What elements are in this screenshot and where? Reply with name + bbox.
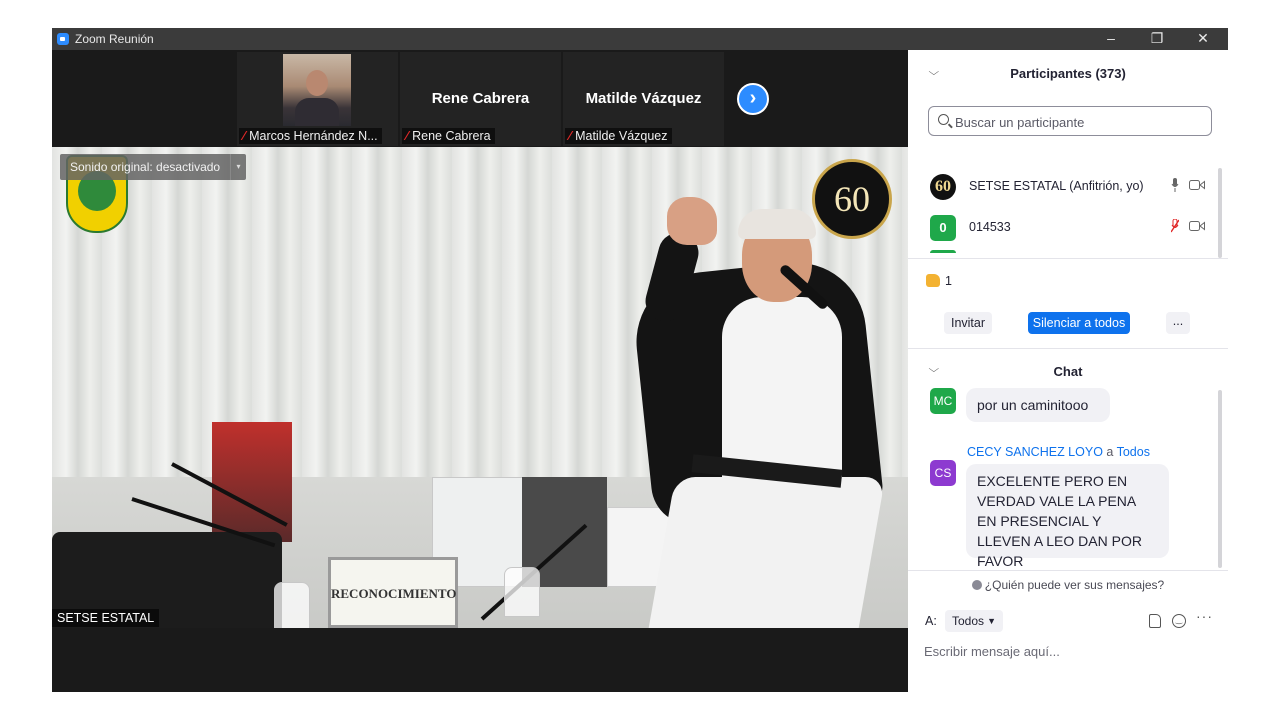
thumbnail-person-body [295,98,339,126]
chat-message: por un caminitooo [966,388,1110,422]
participants-title: Participantes (373) [1010,66,1126,81]
chat-scrollbar[interactable] [1218,390,1222,568]
file-icon[interactable] [1149,614,1161,628]
recipient-dropdown[interactable]: Todos ▼ [945,610,1003,632]
to-label: A: [925,614,937,628]
tile-name-label: ⁄ Marcos Hernández N... [239,128,382,144]
minimize-button[interactable]: – [1088,28,1134,50]
search-input[interactable] [955,113,1205,131]
participant-tile[interactable]: Matilde Vázquez ⁄ Matilde Vázquez [563,52,724,146]
active-speaker-video: RECONOCIMIENTO 60 Sonido original: desac… [52,147,908,628]
participant-name: 014533 [969,220,1011,234]
participant-name: SETSE ESTATAL (Anfitrión, yo) [969,179,1144,193]
thumbs-up-icon [926,274,940,287]
recognition-plaque: RECONOCIMIENTO [328,557,458,628]
chat-message: EXCELENTE PERO EN VERDAD VALE LA PENA EN… [966,464,1169,569]
chevron-down-icon[interactable]: ▾ [230,154,246,180]
invite-button[interactable]: Invitar [944,312,992,334]
chat-title: Chat [1053,364,1083,379]
reaction-count: 1 [926,274,952,288]
divider [908,258,1228,259]
participant-row[interactable]: 0 014533 [908,207,1220,247]
title-bar: Zoom Reunión – ❐ ✕ [52,28,1228,50]
recipient-value: Todos [952,614,985,628]
divider [908,570,1228,571]
message-visibility-link[interactable]: ¿Quién puede ver sus mensajes? [908,578,1228,592]
search-icon [938,114,949,125]
zoom-window: Zoom Reunión – ❐ ✕ ⁄ Marcos Hernández N..… [52,28,1228,692]
mic-muted-icon: ⁄ [569,129,572,143]
side-panel: ⌵ Participantes (373) 60 SETSE ESTATAL (… [908,50,1228,692]
speaker-hair [738,209,816,239]
visibility-text: ¿Quién puede ver sus mensajes? [984,578,1165,592]
speaker-hand [667,197,717,245]
seal-number: 60 [834,179,870,219]
person-icon [971,580,982,590]
maximize-button[interactable]: ❐ [1134,28,1180,50]
mic-muted-icon: ⁄ [243,129,246,143]
speaker-name-label: SETSE ESTATAL [52,609,160,627]
more-options-button[interactable]: ... [1166,312,1190,334]
tile-display-name: Matilde Vázquez [585,90,702,107]
mic-icon[interactable] [1171,178,1179,192]
reaction-number: 1 [945,274,952,288]
mute-all-button[interactable]: Silenciar a todos [1028,312,1130,334]
tile-name-label: ⁄ Matilde Vázquez [565,128,672,144]
avatar: 60 [930,174,956,200]
participant-video-thumbnail [283,54,351,126]
next-page-icon[interactable]: › [737,83,769,115]
participant-tile[interactable]: ⁄ Marcos Hernández N... [237,52,398,146]
camera-icon[interactable] [1189,221,1205,231]
tile-name: Rene Cabrera [412,129,491,143]
window-title: Zoom Reunión [75,32,154,46]
water-bottle [274,582,310,628]
avatar: MC [930,388,956,414]
participant-row[interactable]: 60 SETSE ESTATAL (Anfitrión, yo) [908,166,1220,206]
participant-tile[interactable]: Rene Cabrera ⁄ Rene Cabrera [400,52,561,146]
avatar: 0 [930,215,956,241]
zoom-app-icon [57,33,69,45]
meeting-area: ⁄ Marcos Hernández N... Rene Cabrera ⁄ Ren… [52,50,908,692]
plaque-text: RECONOCIMIENTO [331,586,457,601]
participants-scrollbar[interactable] [1218,168,1222,258]
participants-header[interactable]: ⌵ Participantes (373) [908,50,1228,96]
chat-header[interactable]: ⌵ Chat [908,356,1228,386]
speaker-pants [648,477,886,628]
tile-name: Matilde Vázquez [575,129,668,143]
thumbnail-person-head [306,70,328,96]
message-sender-line: CECY SANCHEZ LOYO a Todos [967,445,1150,459]
anniversary-seal-logo: 60 [812,159,892,239]
original-sound-label: Sonido original: desactivado [70,160,221,174]
chat-message-input[interactable] [924,640,1214,662]
divider [908,348,1228,349]
participant-row-partial [930,250,956,253]
tile-name: Marcos Hernández N... [249,129,378,143]
water-bottle [504,567,540,617]
close-button[interactable]: ✕ [1180,28,1226,50]
to-word: a [1106,445,1114,459]
tile-display-name: Rene Cabrera [431,90,530,107]
emoji-icon[interactable]: ‿ [1172,614,1186,628]
original-sound-toggle[interactable]: Sonido original: desactivado ▾ [60,154,246,180]
chevron-down-icon: ▼ [987,616,996,626]
mic-muted-icon[interactable] [1171,219,1179,233]
mic-muted-icon: ⁄ [406,129,409,143]
camera-icon[interactable] [1189,180,1205,190]
tile-name-label: ⁄ Rene Cabrera [402,128,495,144]
participant-search[interactable] [928,106,1212,136]
sender-name[interactable]: CECY SANCHEZ LOYO [967,445,1103,459]
avatar: CS [930,460,956,486]
recipient-name[interactable]: Todos [1117,445,1150,459]
more-icon[interactable]: ··· [1196,608,1213,624]
